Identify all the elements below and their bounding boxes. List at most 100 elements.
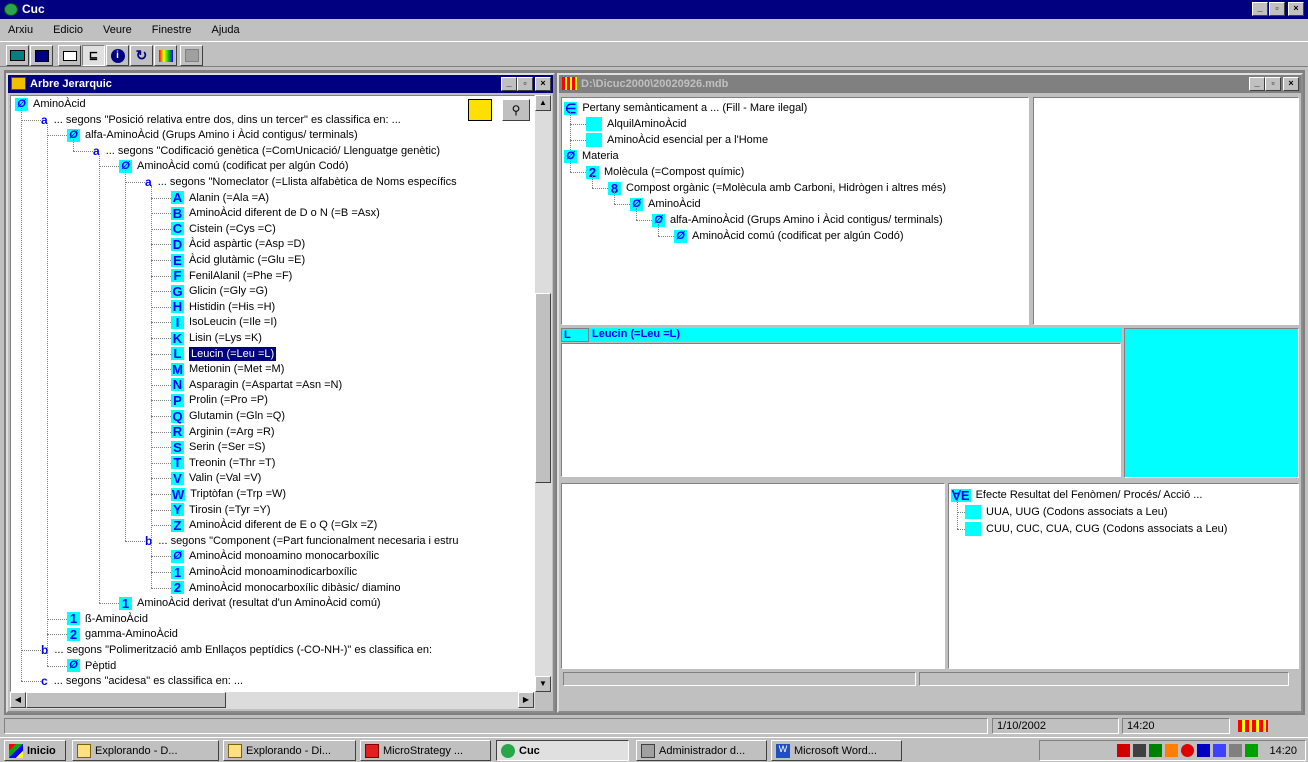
tree-node[interactable]: D Àcid aspàrtic (=Asp =D)	[171, 236, 305, 252]
network-icon[interactable]	[1133, 744, 1147, 757]
tree-node[interactable]: ∀E Efecte Resultat del Fenòmen/ Procés/ A…	[951, 487, 1202, 503]
tree-node[interactable]: M Metionin (=Met =M)	[171, 361, 284, 377]
tree-node[interactable]: I IsoLeucin (=Ile =I)	[171, 314, 277, 330]
tree-node[interactable]: 2 AminoÀcid monocarboxílic dibàsic/ diami…	[171, 580, 401, 596]
app-title-bar[interactable]: Cuc _ ▫ ×	[0, 0, 1308, 19]
volume-icon[interactable]	[1197, 744, 1211, 757]
tree-node[interactable]: 8 Compost orgànic (=Molècula amb Carboni,…	[608, 180, 946, 196]
tree-node[interactable]: Z AminoÀcid diferent de E o Q (=Glx =Z)	[171, 517, 377, 533]
tree-node[interactable]: K Lisin (=Lys =K)	[171, 330, 262, 346]
tree-node[interactable]: 1 ß-AminoÀcid	[67, 611, 148, 627]
tree-node[interactable]: V Valin (=Val =V)	[171, 470, 261, 486]
tree-node[interactable]: B AminoÀcid diferent de D o N (=B =Asx)	[171, 205, 380, 221]
tree-node[interactable]: Ø Pèptid	[67, 658, 116, 674]
tree-node[interactable]: a... segons "Nomeclator (=Llista alfabèt…	[145, 174, 457, 190]
tree-node[interactable]: CUU, CUC, CUA, CUG (Codons associats a L…	[965, 521, 1227, 537]
tree-node[interactable]: F FenilAlanil (=Phe =F)	[171, 268, 292, 284]
blank-toolbar-icon[interactable]	[180, 45, 203, 66]
tree-window-title-bar[interactable]: Arbre Jerarquic _ ▫ ×	[8, 75, 553, 93]
task-explorando-2[interactable]: Explorando - Di...	[223, 740, 356, 761]
tree-window-close-button[interactable]: ×	[535, 77, 551, 91]
scroll-up-button[interactable]: ▲	[535, 95, 551, 111]
tree-node[interactable]: AlquilAminoÀcid	[586, 116, 686, 132]
menu-arxiu[interactable]: Arxiu	[8, 24, 33, 36]
db-window-minimize-button[interactable]: _	[1249, 77, 1265, 91]
tree-horizontal-scrollbar[interactable]: ◀ ▶	[10, 692, 535, 709]
tree-vertical-scrollbar[interactable]: ▲ ▼	[535, 95, 552, 692]
open-icon[interactable]	[6, 45, 29, 66]
monitor-icon[interactable]	[1165, 744, 1179, 757]
battery-icon[interactable]	[1245, 744, 1259, 757]
task-microsoft-word[interactable]: W Microsoft Word...	[771, 740, 902, 761]
tree-node[interactable]: G Glicin (=Gly =G)	[171, 283, 268, 299]
close-button[interactable]: ×	[1288, 2, 1304, 16]
tree-node[interactable]: H Histidin (=His =H)	[171, 299, 275, 315]
tree-node[interactable]: Ø Materia	[564, 148, 619, 164]
refresh-icon[interactable]: ↻	[130, 45, 153, 66]
tree-node[interactable]: UUA, UUG (Codons associats a Leu)	[965, 504, 1168, 520]
scroll-down-button[interactable]: ▼	[535, 676, 551, 692]
scroll-left-button[interactable]: ◀	[10, 692, 26, 708]
tree-node[interactable]: Y Tirosin (=Tyr =Y)	[171, 502, 271, 518]
tree-node[interactable]: T Treonin (=Thr =T)	[171, 455, 275, 471]
task-explorando-1[interactable]: Explorando - D...	[72, 740, 219, 761]
tree-node[interactable]: C Cistein (=Cys =C)	[171, 221, 276, 237]
tree-window-maximize-button[interactable]: ▫	[517, 77, 533, 91]
menu-ajuda[interactable]: Ajuda	[212, 24, 240, 36]
tree-node[interactable]: 1 AminoÀcid derivat (resultat d'un AminoÀ…	[119, 595, 381, 611]
tree-node[interactable]: E Àcid glutàmic (=Glu =E)	[171, 252, 305, 268]
hscroll-thumb[interactable]	[26, 692, 226, 708]
tree-node[interactable]: b... segons "Polimerització amb Enllaços…	[41, 642, 432, 658]
tree-node[interactable]: Q Glutamin (=Gln =Q)	[171, 408, 285, 424]
definition-pane[interactable]	[561, 343, 1121, 477]
tree-node[interactable]: N Asparagin (=Aspartat =Asn =N)	[171, 377, 342, 393]
shield-icon[interactable]	[1213, 744, 1227, 757]
tree-node[interactable]: Ø AminoÀcid	[15, 96, 86, 112]
db-window-maximize-button[interactable]: ▫	[1265, 77, 1281, 91]
tree-node[interactable]: Ø AminoÀcid comú (codificat per algún Cod…	[674, 228, 904, 244]
tree-node[interactable]: Øalfa-AminoÀcid (Grups Amino i Àcid cont…	[67, 127, 358, 143]
ruler-icon[interactable]	[468, 99, 492, 121]
info-icon[interactable]: i	[106, 45, 129, 66]
tree-node[interactable]: Ø AminoÀcid monoamino monocarboxílic	[171, 548, 379, 564]
tree-node[interactable]: L Leucin (=Leu =L)	[171, 346, 277, 362]
tree-node[interactable]: AminoÀcid esencial per a l'Home	[586, 132, 768, 148]
menu-finestre[interactable]: Finestre	[152, 24, 192, 36]
modem-icon[interactable]	[1149, 744, 1163, 757]
menu-edicio[interactable]: Edicio	[53, 24, 83, 36]
tree-node[interactable]: ∈ Pertany semànticament a ... (Fill - Mar…	[564, 100, 807, 116]
tree-node[interactable]: Ø AminoÀcid	[630, 196, 701, 212]
minimize-button[interactable]: _	[1252, 2, 1268, 16]
palette-icon[interactable]	[154, 45, 177, 66]
task-microstrategy[interactable]: MicroStrategy ...	[360, 740, 491, 761]
task-administrador[interactable]: Administrador d...	[636, 740, 767, 761]
save-icon[interactable]	[30, 45, 53, 66]
tree-node[interactable]: W Triptòfan (=Trp =W)	[171, 486, 286, 502]
scroll-right-button[interactable]: ▶	[518, 692, 534, 708]
start-button[interactable]: Inicio	[4, 740, 66, 761]
tree-node[interactable]: b... segons "Component (=Part funcionalm…	[145, 533, 459, 549]
tree-node[interactable]: a... segons "Posició relativa entre dos,…	[41, 112, 401, 128]
search-icon[interactable]	[1229, 744, 1243, 757]
semantic-tree-pane[interactable]: ∈ Pertany semànticament a ... (Fill - Mar…	[561, 97, 1029, 325]
tree-view-icon[interactable]: ⊑	[82, 45, 105, 66]
tree-node[interactable]: Ø AminoÀcid comú (codificat per algún Cod…	[119, 158, 349, 174]
tree-window-minimize-button[interactable]: _	[501, 77, 517, 91]
tree-node[interactable]: c ... segons "acidesa" es classifica en: …	[41, 673, 243, 689]
print-icon[interactable]	[58, 45, 81, 66]
tree-node[interactable]: Øalfa-AminoÀcid (Grups Amino i Àcid cont…	[652, 212, 943, 228]
tree-node[interactable]: R Arginin (=Arg =R)	[171, 424, 275, 440]
database-window-title-bar[interactable]: D:\Dicuc2000\20020926.mdb _ ▫ ×	[559, 75, 1301, 93]
tree-node[interactable]: a... segons "Codificació genètica (=ComU…	[93, 143, 440, 159]
key-icon[interactable]	[1117, 744, 1131, 757]
tree-node[interactable]: 2 Molècula (=Compost químic)	[586, 164, 744, 180]
wrench-icon[interactable]: ⚲	[502, 99, 530, 121]
tree-node[interactable]: P Prolin (=Pro =P)	[171, 392, 268, 408]
maximize-button[interactable]: ▫	[1269, 2, 1285, 16]
tree-node[interactable]: 1 AminoÀcid monoaminodicarboxílic	[171, 564, 357, 580]
menu-veure[interactable]: Veure	[103, 24, 132, 36]
db-window-close-button[interactable]: ×	[1283, 77, 1299, 91]
hierarchy-tree[interactable]: Ø AminoÀcid a... segons "Posició relativa …	[10, 95, 535, 692]
tree-node[interactable]: S Serin (=Ser =S)	[171, 439, 265, 455]
task-cuc[interactable]: Cuc	[496, 740, 629, 761]
